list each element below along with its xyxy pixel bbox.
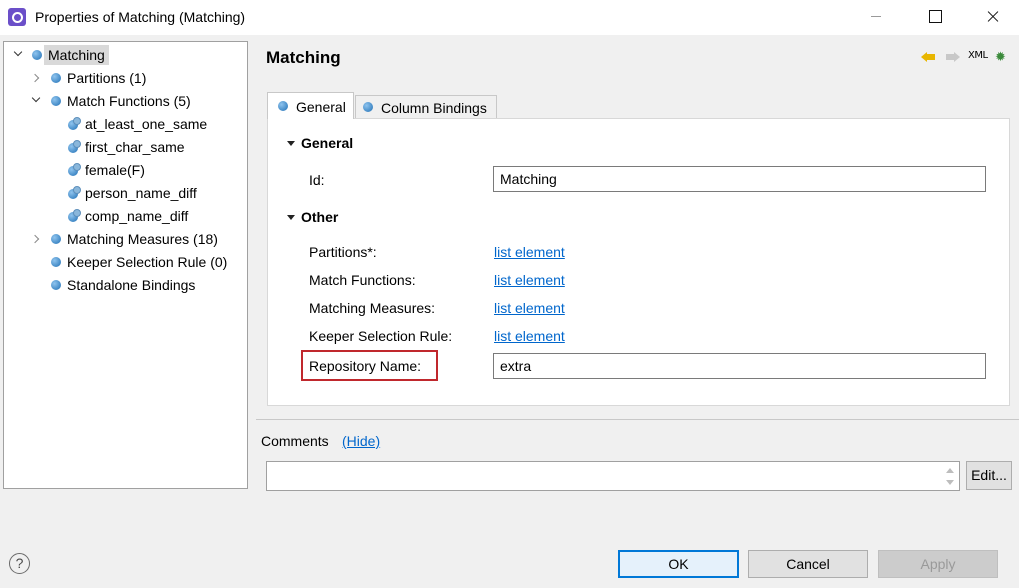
tree-item-label: comp_name_diff [85, 208, 189, 224]
tab-label: General [296, 99, 346, 115]
tree-item-matching[interactable]: Matching [12, 45, 242, 65]
tree-item-label: Match Functions (5) [67, 93, 191, 109]
id-input[interactable] [493, 166, 986, 192]
tree-item-matching-measures[interactable]: Matching Measures (18) [32, 229, 242, 249]
match-functions-list-link[interactable]: list element [494, 272, 565, 288]
maximize-button[interactable] [911, 0, 957, 32]
forward-arrow-icon[interactable] [946, 52, 960, 62]
divider [256, 419, 1019, 420]
chevron-right-icon[interactable] [32, 234, 42, 244]
chevron-down-icon[interactable] [14, 49, 24, 59]
function-icon [68, 140, 81, 153]
comments-hide-link[interactable]: (Hide) [342, 433, 380, 449]
tree-item-label: first_char_same [85, 139, 185, 155]
collapse-general-icon[interactable] [287, 141, 295, 146]
function-icon [68, 186, 81, 199]
node-icon [51, 280, 61, 290]
back-arrow-icon[interactable] [921, 52, 935, 62]
scroll-down-icon[interactable] [943, 477, 957, 489]
comments-label: Comments [261, 433, 329, 449]
keeper-selection-rule-label: Keeper Selection Rule: [309, 328, 453, 344]
page-title: Matching [266, 48, 341, 67]
debug-icon[interactable]: ✹ [995, 50, 1009, 64]
title-bar: Properties of Matching (Matching) [0, 0, 1019, 35]
function-icon [68, 163, 81, 176]
tree-item-comp-name-diff[interactable]: comp_name_diff [68, 206, 238, 226]
tab-icon [363, 102, 373, 112]
chevron-right-icon[interactable] [32, 73, 42, 83]
tab-general[interactable]: General [267, 92, 354, 119]
partitions-list-link[interactable]: list element [494, 244, 565, 260]
repository-name-input[interactable] [493, 353, 986, 379]
tab-icon [278, 101, 288, 111]
tab-column-bindings[interactable]: Column Bindings [355, 95, 497, 118]
xml-icon[interactable]: XML [968, 50, 988, 61]
section-other-title[interactable]: Other [301, 209, 338, 225]
match-functions-label: Match Functions: [309, 272, 416, 288]
node-icon [32, 50, 42, 60]
keeper-selection-rule-list-link[interactable]: list element [494, 328, 565, 344]
tab-label: Column Bindings [381, 100, 487, 116]
tree-item-label: Matching [44, 45, 109, 65]
tree-item-standalone-bindings[interactable]: Standalone Bindings [32, 275, 242, 295]
node-icon [51, 96, 61, 106]
window-title: Properties of Matching (Matching) [35, 9, 246, 25]
repository-name-label: Repository Name: [309, 358, 422, 374]
node-icon [51, 257, 61, 267]
tree-item-keeper-selection-rule[interactable]: Keeper Selection Rule (0) [32, 252, 242, 272]
matching-measures-label: Matching Measures: [309, 300, 436, 316]
collapse-other-icon[interactable] [287, 215, 295, 220]
apply-button[interactable]: Apply [878, 550, 998, 578]
scroll-up-icon[interactable] [943, 464, 957, 476]
section-general-title[interactable]: General [301, 135, 353, 151]
tree-item-at-least-one-same[interactable]: at_least_one_same [68, 114, 238, 134]
tree-item-first-char-same[interactable]: first_char_same [68, 137, 238, 157]
ok-button[interactable]: OK [618, 550, 739, 578]
tree-item-person-name-diff[interactable]: person_name_diff [68, 183, 238, 203]
id-label: Id: [309, 172, 325, 188]
cancel-button[interactable]: Cancel [748, 550, 868, 578]
tree-item-label: Standalone Bindings [67, 277, 196, 293]
node-icon [51, 73, 61, 83]
help-icon[interactable]: ? [9, 553, 30, 574]
partitions-label: Partitions*: [309, 244, 377, 260]
tree-item-label: at_least_one_same [85, 116, 208, 132]
tree-item-label: Partitions (1) [67, 70, 147, 86]
tree-item-label: Keeper Selection Rule (0) [67, 254, 228, 270]
edit-comments-button[interactable]: Edit... [966, 461, 1012, 490]
tree-item-label: Matching Measures (18) [67, 231, 218, 247]
function-icon [68, 209, 81, 222]
tree-item-match-functions[interactable]: Match Functions (5) [32, 91, 232, 111]
tree-item-label: female(F) [85, 162, 145, 178]
comments-input[interactable] [266, 461, 960, 491]
chevron-down-icon[interactable] [32, 95, 42, 105]
matching-measures-list-link[interactable]: list element [494, 300, 565, 316]
tree-item-female[interactable]: female(F) [68, 160, 238, 180]
close-button[interactable] [969, 0, 1015, 32]
minimize-button[interactable] [853, 0, 899, 32]
function-icon [68, 117, 81, 130]
tree-item-partitions[interactable]: Partitions (1) [32, 68, 232, 88]
app-icon [8, 8, 26, 26]
tree-item-label: person_name_diff [85, 185, 197, 201]
properties-tree[interactable]: Matching Partitions (1) Match Functions … [3, 41, 248, 489]
node-icon [51, 234, 61, 244]
